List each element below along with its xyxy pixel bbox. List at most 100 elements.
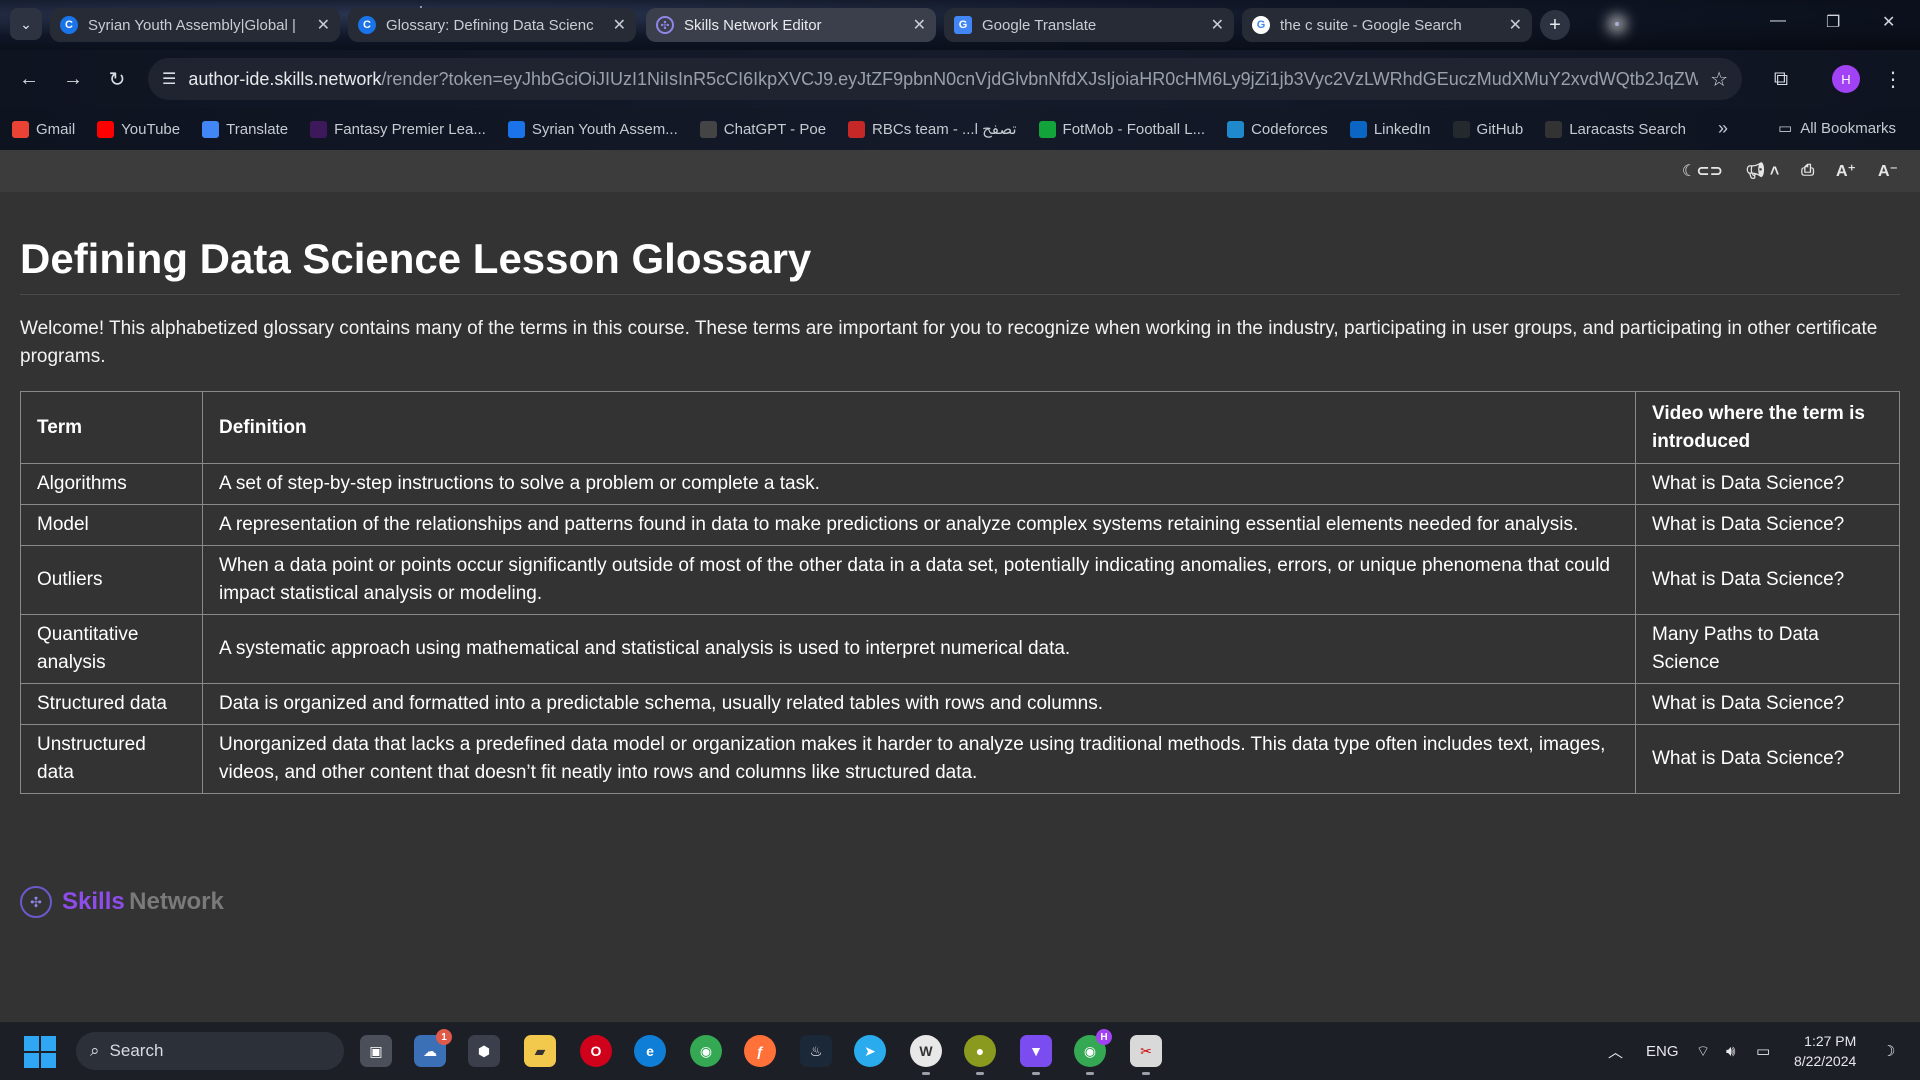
address-bar[interactable]: ☰ author-ide.skills.network/render?token… — [148, 58, 1742, 100]
taskbar-search-box[interactable]: ⌕ Search — [76, 1032, 344, 1070]
snipping-tool-icon[interactable]: ✂ — [1130, 1035, 1162, 1075]
system-clock[interactable]: 1:27 PM 8/22/2024 — [1794, 1031, 1856, 1071]
bookmark-item[interactable]: RBCs team - ...l تصفح — [848, 120, 1017, 138]
increase-font-icon[interactable]: A⁺ — [1836, 161, 1856, 181]
tab-glossary[interactable]: C Glossary: Defining Data Scienc ✕ — [348, 8, 636, 42]
wifi-icon[interactable]: ⌔ — [1696, 1022, 1710, 1080]
bookmark-item[interactable]: FotMob - Football L... — [1038, 120, 1206, 138]
bookmark-item[interactable]: GitHub — [1452, 120, 1523, 138]
minimize-icon[interactable]: — — [1770, 12, 1786, 30]
table-row: Algorithms A set of step-by-step instruct… — [20, 463, 1900, 506]
close-tab-icon[interactable]: ✕ — [913, 15, 926, 35]
opera-icon[interactable]: O — [580, 1035, 612, 1067]
app-running-icon[interactable]: ● — [964, 1035, 996, 1075]
tab-title: Syrian Youth Assembly|Global | — [88, 16, 296, 34]
bookmark-item[interactable]: Syrian Youth Assem... — [507, 120, 678, 138]
tab-google-translate[interactable]: G Google Translate ✕ — [944, 8, 1234, 42]
forward-button[interactable]: → — [58, 64, 88, 94]
tab-syrian-youth-assembly[interactable]: C Syrian Youth Assembly|Global | ✕ — [50, 8, 340, 42]
linkedin-icon — [1349, 120, 1367, 138]
search-icon: ⌕ — [90, 1041, 100, 1060]
extensions-button[interactable]: ⧉ — [1766, 64, 1796, 94]
definition-cell: Unorganized data that lacks a predefined… — [202, 724, 1636, 795]
chevron-down-icon: ⌄ — [20, 15, 32, 32]
close-tab-icon[interactable]: ✕ — [317, 15, 330, 35]
arrow-right-icon: → — [63, 67, 83, 90]
reload-button[interactable]: ↻ — [102, 64, 132, 94]
print-icon[interactable]: ⎙ — [1801, 162, 1814, 180]
tab-title: the c suite - Google Search — [1280, 16, 1462, 34]
decrease-font-icon[interactable]: A⁻ — [1878, 161, 1898, 181]
definition-cell: When a data point or points occur signif… — [202, 545, 1636, 616]
page-content: Defining Data Science Lesson Glossary We… — [0, 192, 1920, 1022]
chrome-profile-icon[interactable]: ◉ H — [1074, 1029, 1112, 1075]
bookmark-label: FotMob - Football L... — [1062, 120, 1206, 138]
all-bookmarks-button[interactable]: ▭ All Bookmarks — [1778, 119, 1896, 138]
battery-icon[interactable]: ▭ — [1756, 1022, 1770, 1080]
task-view-icon[interactable]: ▣ — [360, 1035, 392, 1067]
codeforces-icon — [1227, 120, 1245, 138]
bookmark-label: Gmail — [36, 120, 76, 138]
input-language[interactable]: ENG — [1646, 1022, 1679, 1080]
clock-date: 8/22/2024 — [1794, 1053, 1857, 1069]
close-window-icon[interactable]: ✕ — [1882, 12, 1895, 32]
definition-cell: A set of step-by-step instructions to so… — [202, 463, 1636, 506]
notification-badge: 1 — [436, 1029, 452, 1045]
tray-overflow-chevron-icon[interactable]: ︿ — [1608, 1022, 1623, 1080]
bookmark-item[interactable]: Translate — [202, 120, 288, 138]
bookmark-item[interactable]: ChatGPT - Poe — [699, 120, 826, 138]
close-tab-icon[interactable]: ✕ — [1211, 15, 1224, 35]
announce-icon[interactable]: 📢︎ ˄ — [1745, 161, 1779, 181]
bookmark-star-icon[interactable]: ☆ — [1710, 67, 1728, 92]
weather-icon[interactable]: ☁ 1 — [414, 1029, 452, 1067]
dark-mode-toggle-icon[interactable]: ☾⊂⊃ — [1682, 161, 1723, 181]
chrome-icon[interactable]: ◉ — [690, 1035, 722, 1067]
bookmark-item[interactable]: Gmail — [12, 120, 76, 138]
close-tab-icon[interactable]: ✕ — [613, 15, 626, 35]
url-text[interactable]: author-ide.skills.network/render?token=e… — [188, 69, 1698, 90]
steam-icon[interactable]: ♨ — [800, 1035, 832, 1067]
tab-skills-network-editor[interactable]: ✣ Skills Network Editor ✕ — [646, 8, 936, 42]
profile-avatar[interactable]: H — [1832, 65, 1860, 93]
bookmark-item[interactable]: YouTube — [97, 120, 180, 138]
video-cell: What is Data Science? — [1635, 463, 1900, 506]
close-tab-icon[interactable]: ✕ — [1509, 15, 1522, 35]
tab-title: Google Translate — [982, 16, 1097, 34]
bookmark-item[interactable]: Codeforces — [1227, 120, 1328, 138]
site-info-icon[interactable]: ☰ — [162, 69, 176, 89]
arrow-left-icon: ← — [19, 67, 39, 90]
bookmark-label: LinkedIn — [1373, 120, 1431, 138]
new-tab-button[interactable]: + — [1540, 10, 1570, 40]
volume-icon[interactable]: 🔊︎ — [1726, 1022, 1735, 1080]
firefox-icon[interactable]: ƒ — [744, 1035, 776, 1067]
bookmark-label: Codeforces — [1251, 120, 1328, 138]
windows-start-button[interactable] — [24, 1036, 56, 1068]
term-cell: Model — [20, 504, 203, 547]
gmail-icon — [12, 120, 29, 138]
tab-search-button[interactable]: ⌄ — [10, 8, 42, 40]
page-tools-bar: ☾⊂⊃ 📢︎ ˄ ⎙ A⁺ A⁻ — [0, 150, 1920, 192]
browser-menu-button[interactable]: ⋮ — [1878, 64, 1908, 94]
reload-icon: ↻ — [108, 68, 126, 91]
more-bookmarks-chevron-icon[interactable]: » — [1718, 118, 1728, 139]
file-explorer-icon[interactable]: ▰ — [524, 1035, 556, 1067]
notifications-moon-icon[interactable]: ☽ — [1882, 1022, 1895, 1080]
bookmark-item[interactable]: LinkedIn — [1349, 120, 1431, 138]
page-title: Defining Data Science Lesson Glossary — [20, 235, 1900, 296]
bookmark-label: Syrian Youth Assem... — [531, 120, 678, 138]
edge-icon[interactable]: e — [634, 1035, 666, 1067]
google-icon: G — [1252, 16, 1270, 34]
c-logo-icon: C — [358, 16, 376, 34]
bookmark-item[interactable]: Fantasy Premier Lea... — [310, 120, 486, 138]
bookmark-item[interactable]: Laracasts Search — [1545, 120, 1686, 138]
telegram-icon[interactable]: ➤ — [854, 1035, 886, 1067]
table-row: Structured data Data is organized and for… — [20, 683, 1900, 726]
restore-icon[interactable]: ❐ — [1826, 12, 1840, 32]
tab-google-search[interactable]: G the c suite - Google Search ✕ — [1242, 8, 1532, 42]
vpn-icon[interactable]: ▼ — [1020, 1035, 1052, 1075]
back-button[interactable]: ← — [14, 64, 44, 94]
app-icon[interactable]: ⬢ — [468, 1035, 500, 1067]
header-definition: Definition — [202, 391, 1636, 465]
table-row: Quantitative analysis A systematic approa… — [20, 614, 1900, 685]
wordpress-icon[interactable]: W — [910, 1035, 942, 1075]
